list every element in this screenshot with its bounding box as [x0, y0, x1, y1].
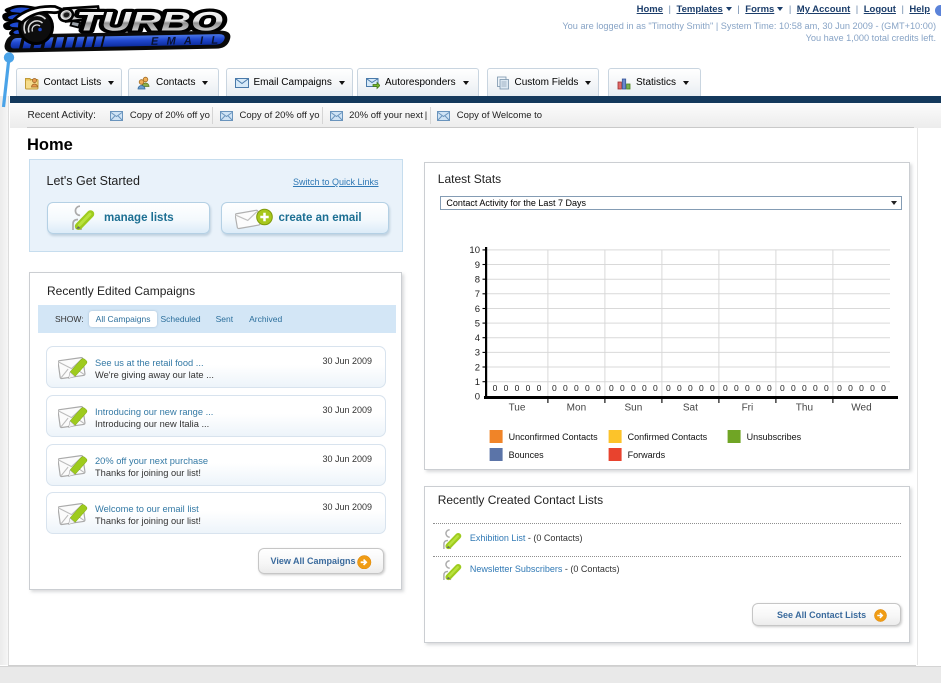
svg-text:Unsubscribes: Unsubscribes — [747, 432, 802, 442]
svg-text:Tue: Tue — [509, 403, 526, 414]
svg-text:Sat: Sat — [683, 403, 698, 414]
svg-text:7: 7 — [475, 289, 480, 300]
svg-text:Sun: Sun — [625, 403, 643, 414]
svg-text:6: 6 — [475, 304, 480, 315]
svg-text:4: 4 — [475, 333, 480, 344]
svg-text:0: 0 — [504, 383, 509, 393]
svg-text:Thu: Thu — [796, 403, 813, 414]
svg-text:Mon: Mon — [567, 403, 586, 414]
svg-text:0: 0 — [537, 383, 542, 393]
svg-text:Confirmed Contacts: Confirmed Contacts — [628, 432, 708, 442]
svg-text:Forwards: Forwards — [628, 450, 666, 460]
svg-text:Fri: Fri — [742, 403, 754, 414]
svg-text:3: 3 — [475, 348, 480, 359]
svg-text:5: 5 — [475, 319, 480, 330]
svg-text:9: 9 — [475, 260, 480, 271]
svg-text:8: 8 — [475, 275, 480, 286]
svg-text:10: 10 — [470, 245, 481, 256]
svg-text:0: 0 — [526, 383, 531, 393]
svg-text:Bounces: Bounces — [509, 450, 545, 460]
svg-text:1: 1 — [475, 377, 480, 388]
svg-text:0: 0 — [475, 392, 480, 403]
svg-text:Unconfirmed Contacts: Unconfirmed Contacts — [509, 432, 599, 442]
svg-text:0: 0 — [515, 383, 520, 393]
svg-text:Wed: Wed — [852, 403, 872, 414]
svg-text:0: 0 — [493, 383, 498, 393]
svg-text:2: 2 — [475, 362, 480, 373]
